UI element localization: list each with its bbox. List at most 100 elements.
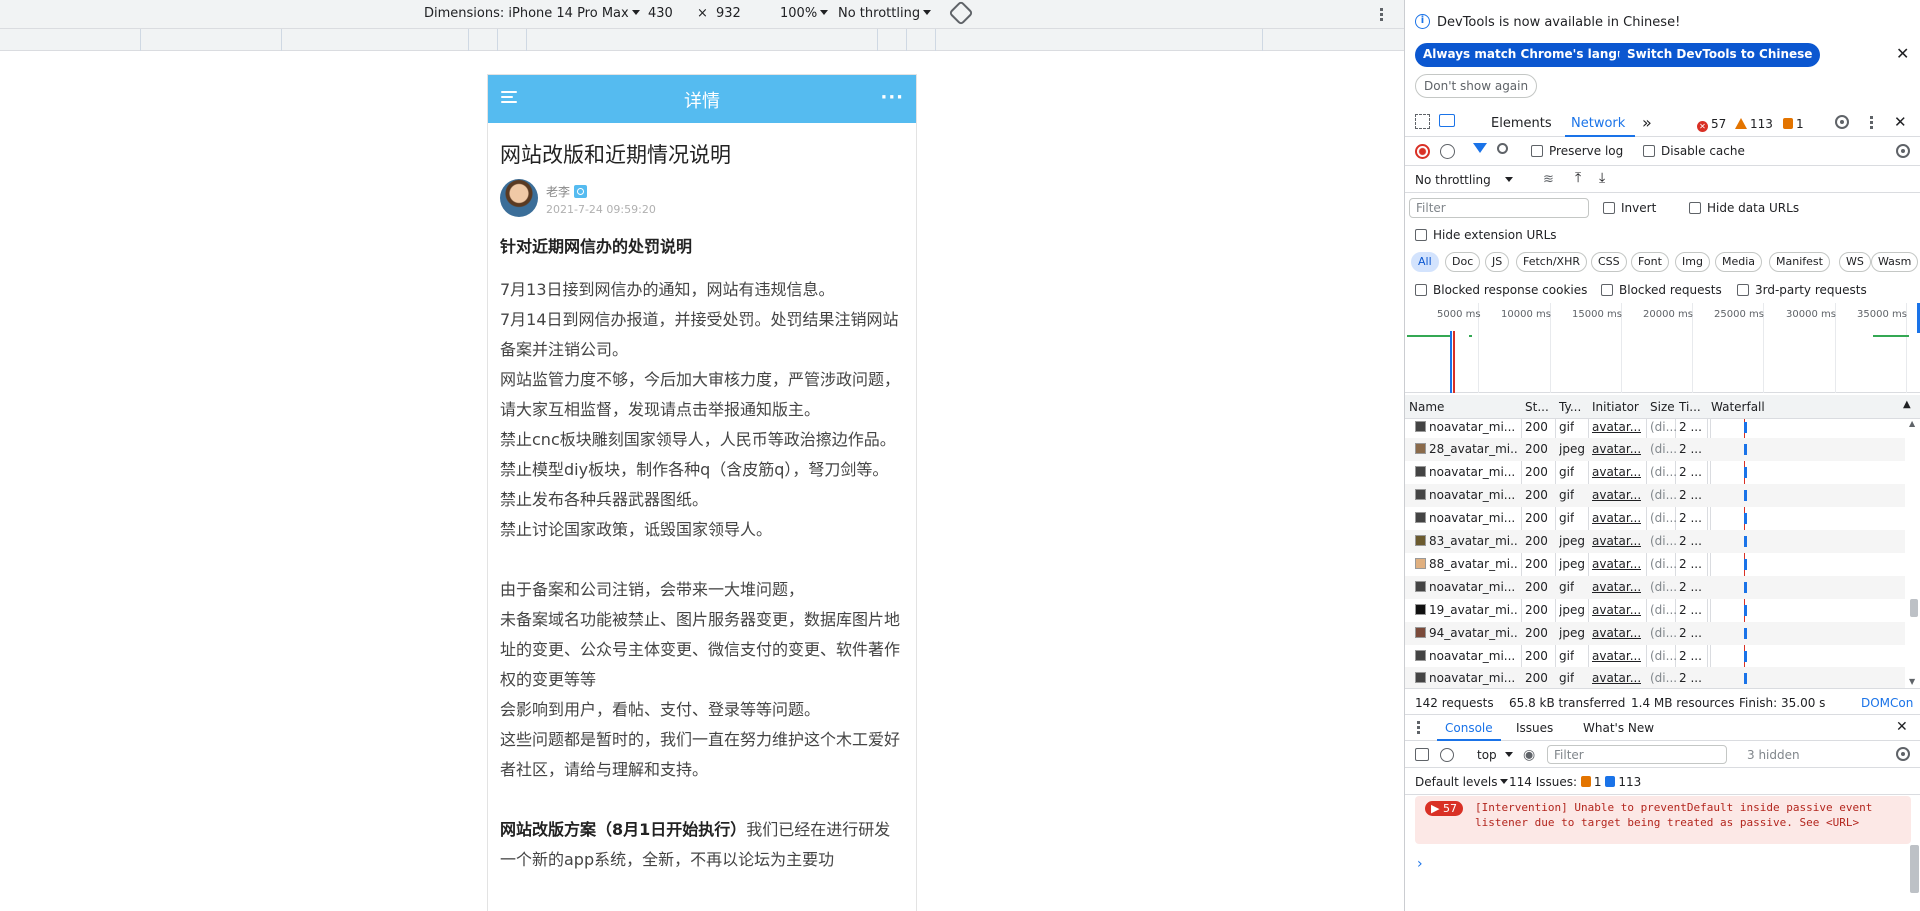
table-row[interactable]: noavatar_mi... 200 gif avatar... (di... 2 ...	[1405, 645, 1905, 668]
blocked-cookies-checkbox[interactable]: Blocked response cookies	[1415, 283, 1587, 297]
more-options-icon[interactable]	[1870, 116, 1873, 132]
column-waterfall[interactable]: Waterfall	[1711, 400, 1765, 414]
media-query-ruler[interactable]	[0, 29, 1404, 51]
type-filter-manifest[interactable]: Manifest	[1769, 252, 1830, 272]
table-row[interactable]: noavatar_mi... 200 gif avatar... (di... 2 ...	[1405, 484, 1905, 507]
close-devtools-icon[interactable]: ✕	[1894, 113, 1907, 131]
clear-icon[interactable]	[1440, 144, 1455, 159]
device-toggle-icon[interactable]	[1439, 114, 1455, 127]
close-icon[interactable]: ✕	[1896, 44, 1909, 63]
dont-show-again-button[interactable]: Don't show again	[1415, 74, 1538, 98]
record-icon[interactable]	[1415, 144, 1430, 159]
hide-data-urls-checkbox[interactable]: Hide data URLs	[1689, 201, 1799, 215]
clear-console-icon[interactable]	[1440, 748, 1454, 762]
type-filter-img[interactable]: Img	[1675, 252, 1710, 272]
settings-icon[interactable]	[1835, 115, 1849, 132]
finish-time: Finish: 35.00 s	[1739, 696, 1826, 710]
chevron-down-icon	[1500, 779, 1509, 784]
search-icon[interactable]	[1497, 143, 1508, 154]
import-har-icon[interactable]: ⤒	[1575, 170, 1581, 186]
console-filter-input[interactable]: Filter	[1547, 745, 1727, 764]
author-name[interactable]: 老李	[546, 183, 588, 200]
tab-elements[interactable]: Elements	[1491, 116, 1552, 131]
type-filter-all[interactable]: All	[1411, 252, 1439, 272]
type-filter-wasm[interactable]: Wasm	[1871, 252, 1919, 272]
third-party-checkbox[interactable]: 3rd-party requests	[1737, 283, 1867, 297]
tab-network[interactable]: Network	[1571, 116, 1625, 131]
console-prompt[interactable]: ›	[1417, 856, 1423, 872]
blocked-requests-checkbox[interactable]: Blocked requests	[1601, 283, 1722, 297]
width-input[interactable]: 430	[648, 6, 673, 21]
close-drawer-icon[interactable]: ✕	[1896, 719, 1908, 735]
issue-count[interactable]: 1	[1783, 117, 1804, 131]
table-row[interactable]: noavatar_mi... 200 gif avatar... (di... 2 ...	[1405, 461, 1905, 484]
type-filter-css[interactable]: CSS	[1591, 252, 1627, 272]
tab-issues[interactable]: Issues	[1516, 721, 1553, 735]
network-overview[interactable]: 5000 ms 10000 ms 15000 ms 20000 ms 25000…	[1405, 303, 1920, 393]
type-filter-ws[interactable]: WS	[1839, 252, 1871, 272]
console-message[interactable]: ▶ 57 [Intervention] Unable to preventDef…	[1415, 796, 1911, 844]
console-scrollbar[interactable]	[1910, 845, 1919, 893]
eye-icon[interactable]: ◉	[1523, 747, 1535, 763]
warning-count[interactable]: 113	[1735, 117, 1773, 131]
more-icon[interactable]: ···	[880, 87, 904, 108]
inspect-element-icon[interactable]	[1415, 114, 1430, 129]
filter-icon[interactable]	[1473, 143, 1487, 153]
type-filter-fetch[interactable]: Fetch/XHR	[1516, 252, 1587, 272]
drawer-menu-icon[interactable]	[1417, 721, 1420, 737]
column-size[interactable]: Size	[1650, 400, 1675, 414]
tab-whats-new[interactable]: What's New	[1583, 721, 1654, 735]
switch-language-button[interactable]: Switch DevTools to Chinese	[1619, 43, 1821, 67]
preserve-log-checkbox[interactable]: Preserve log	[1531, 144, 1623, 158]
network-throttling-select[interactable]: No throttling	[1415, 173, 1513, 187]
table-row[interactable]: 83_avatar_mi... 200 jpeg avatar... (di... 2 .…	[1405, 530, 1905, 553]
column-name[interactable]: Name	[1409, 400, 1444, 414]
type-filter-js[interactable]: JS	[1485, 252, 1510, 272]
column-initiator[interactable]: Initiator	[1592, 400, 1639, 414]
disable-cache-checkbox[interactable]: Disable cache	[1643, 144, 1745, 158]
table-row[interactable]: noavatar_mi... 200 gif avatar... (di... 2 ...	[1405, 667, 1905, 688]
table-row[interactable]: noavatar_mi... 200 gif avatar... (di... 2 ...	[1405, 576, 1905, 599]
request-table: Name St... Ty... Initiator Size Ti... Wa…	[1405, 395, 1920, 688]
request-count: 142 requests	[1415, 696, 1494, 710]
table-scrollbar[interactable]: ▲ ▼	[1909, 419, 1919, 686]
rotate-icon[interactable]	[948, 0, 974, 26]
column-type[interactable]: Ty...	[1559, 400, 1581, 414]
default-levels-select[interactable]: Default levels	[1415, 775, 1509, 789]
throttling-select[interactable]: No throttling	[838, 6, 932, 21]
table-row[interactable]: 94_avatar_mi... 200 jpeg avatar... (di... 2 .…	[1405, 622, 1905, 645]
device-select[interactable]: Dimensions: iPhone 14 Pro Max	[424, 6, 640, 21]
overview-label: 15000 ms	[1572, 309, 1622, 320]
network-settings-icon[interactable]	[1896, 144, 1910, 161]
type-filter-media[interactable]: Media	[1715, 252, 1763, 272]
more-options-icon[interactable]	[1380, 8, 1383, 25]
sort-ascending-icon[interactable]: ▲	[1903, 399, 1911, 410]
height-input[interactable]: 932	[716, 6, 741, 21]
hide-extension-urls-checkbox[interactable]: Hide extension URLs	[1415, 228, 1557, 242]
article-title: 网站改版和近期情况说明	[500, 143, 731, 167]
issues-summary[interactable]: 114 Issues: 1 113	[1509, 775, 1641, 789]
network-toolbar: Preserve log Disable cache	[1405, 138, 1920, 166]
more-tabs-icon[interactable]: »	[1642, 113, 1652, 132]
network-filter-input[interactable]: Filter	[1409, 198, 1589, 218]
table-row[interactable]: noavatar_mi... 200 gif avatar... (di... 2 ...	[1405, 416, 1905, 439]
context-select[interactable]: top	[1477, 748, 1513, 762]
column-time[interactable]: Ti...	[1679, 400, 1701, 414]
table-row[interactable]: 19_avatar_mi... 200 jpeg avatar... (di... 2 .…	[1405, 599, 1905, 622]
paragraph-line: 禁止cnc板块雕刻国家领导人，人民币等政治擦边作品。	[500, 430, 896, 449]
type-filter-font[interactable]: Font	[1631, 252, 1669, 272]
avatar[interactable]	[500, 179, 538, 217]
sidebar-toggle-icon[interactable]	[1415, 748, 1429, 761]
export-har-icon[interactable]: ⤓	[1599, 170, 1605, 186]
column-status[interactable]: St...	[1525, 400, 1549, 414]
invert-checkbox[interactable]: Invert	[1603, 201, 1656, 215]
console-settings-icon[interactable]	[1896, 747, 1910, 764]
wifi-settings-icon[interactable]: ≋	[1543, 172, 1554, 187]
table-row[interactable]: 88_avatar_mi... 200 jpeg avatar... (di... 2 .…	[1405, 553, 1905, 576]
error-count[interactable]: ✕ 57	[1697, 117, 1726, 132]
type-filter-doc[interactable]: Doc	[1445, 252, 1481, 272]
tab-console[interactable]: Console	[1445, 721, 1493, 735]
table-row[interactable]: 28_avatar_mi... 200 jpeg avatar... (di... 2 .…	[1405, 438, 1905, 461]
table-row[interactable]: noavatar_mi... 200 gif avatar... (di... 2 ...	[1405, 507, 1905, 530]
zoom-select[interactable]: 100%	[780, 6, 829, 21]
